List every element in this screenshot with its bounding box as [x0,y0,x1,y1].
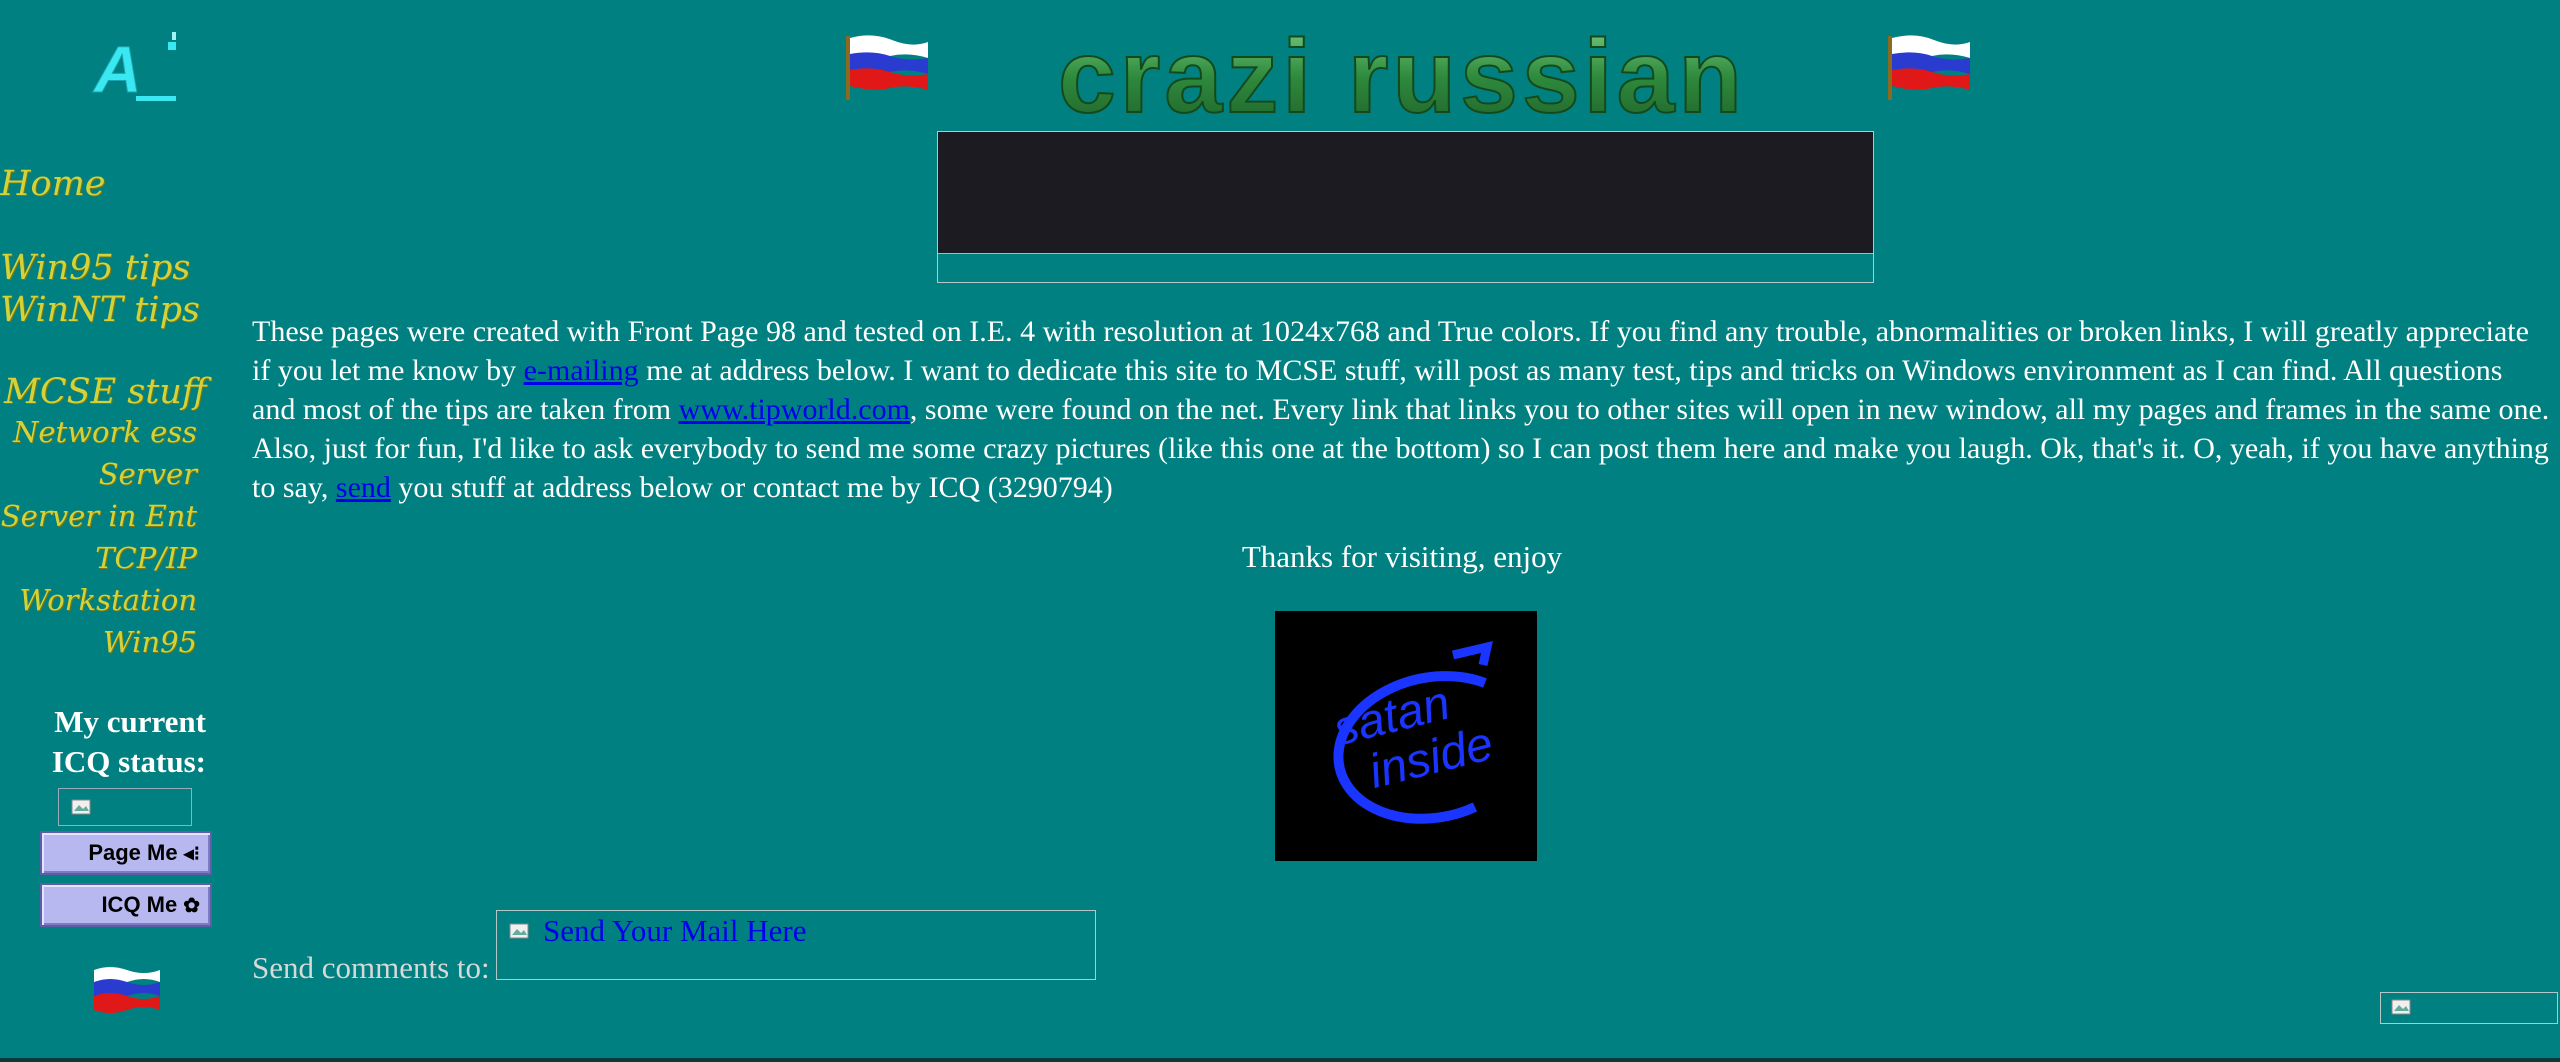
page-me-label: Page Me [88,840,178,865]
wordart-text: crazi russian [1058,19,1746,130]
icq-status-heading: My current ICQ status: [30,702,206,782]
nav-mcse-network-ess-link[interactable]: Network ess [0,412,197,452]
russian-flag-left-icon [846,35,928,100]
banner-strip [938,253,1873,282]
broken-image-icon [71,799,91,815]
nav-mcse-workstation-link[interactable]: Workstation [0,580,197,620]
icq-heading-line2: ICQ status: [51,744,206,779]
icq-flower-icon: ✿ [183,894,200,917]
send-link[interactable]: send [336,471,391,504]
page-bottom-border [0,1058,2560,1062]
nav-mcse-win95-link[interactable]: Win95 [0,622,197,662]
nav-mcse-tcpip-link[interactable]: TCP/IP [0,538,197,578]
intro-paragraph: These pages were created with Front Page… [252,312,2552,507]
banner-placeholder [937,131,1874,283]
broken-image-icon [2391,999,2411,1015]
site-logo-letter: A [92,32,142,106]
russian-flag-right-icon [1888,35,1970,100]
pager-icon: ◂⁝ [183,842,200,865]
emailing-link[interactable]: e-mailing [524,354,639,387]
tipworld-link[interactable]: www.tipworld.com [679,393,910,426]
mail-link-box[interactable]: Send Your Mail Here [496,910,1096,980]
nav-mcse-stuff-link[interactable]: MCSE stuff [4,370,209,414]
send-comments-label: Send comments to: [252,950,490,985]
nav-home-link[interactable]: Home [0,162,205,206]
crazi-russian-wordart-title: crazi russian [1057,18,1746,130]
nav-mcse-server-link[interactable]: Server [0,454,197,494]
nav-winnt-tips-link[interactable]: WinNT tips [0,288,205,332]
site-logo-icon: A [92,32,176,107]
send-your-mail-link[interactable]: Send Your Mail Here [543,913,807,949]
icq-heading-line1: My current [54,704,206,739]
icq-status-image [58,788,192,826]
nav-mcse-server-in-ent-link[interactable]: Server in Ent [0,496,197,536]
intro-text-4: you stuff at address below or contact me… [390,471,1113,504]
thanks-text: Thanks for visiting, enjoy [1241,539,1563,574]
nav-win95-tips-link[interactable]: Win95 tips [0,246,205,290]
russian-flag-icon [94,967,160,1013]
counter-image [2380,992,2558,1024]
satan-inside-logo: satan inside [1275,611,1537,861]
page-me-button[interactable]: Page Me ◂⁝ [40,831,212,875]
icq-me-label: ICQ Me [101,892,178,917]
icq-me-button[interactable]: ICQ Me ✿ [40,883,212,927]
broken-image-icon [509,923,529,939]
